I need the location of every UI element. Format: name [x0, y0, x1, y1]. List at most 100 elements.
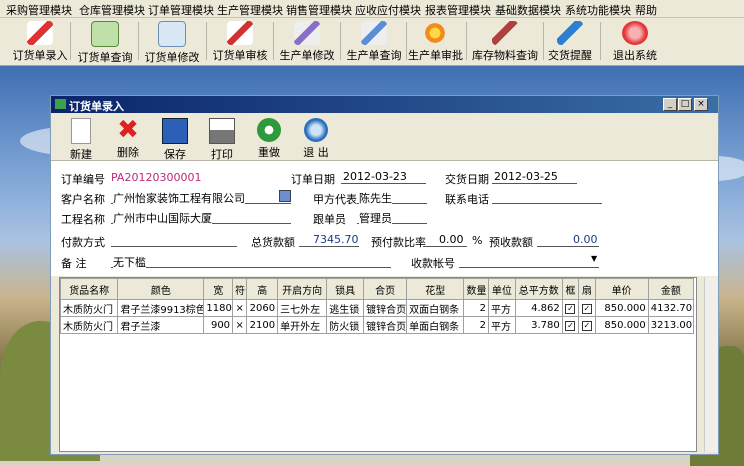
follower-field[interactable]: 管理员 [359, 210, 392, 226]
minimize-button[interactable]: _ [663, 98, 677, 111]
table-cell[interactable]: 单面白钢条 [406, 316, 465, 334]
table-cell[interactable]: ✓ [578, 299, 596, 317]
table-cell[interactable]: 镀锌合页 [363, 299, 408, 317]
tb-order-audit-button[interactable]: 订货单审核 [210, 18, 270, 64]
column-header[interactable]: 货品名称 [59, 278, 119, 300]
table-cell[interactable]: × [232, 316, 248, 334]
prepay-ratio-field[interactable]: 0.00 [439, 233, 464, 246]
delete-button[interactable]: ✖ 删除 [108, 116, 148, 160]
menu-sales[interactable]: 销售管理模块 [286, 2, 352, 18]
customer-field[interactable]: 广州怡家装饰工程有限公司 [113, 190, 245, 206]
checkbox[interactable]: ✓ [581, 320, 592, 331]
table-cell[interactable]: ✓ [561, 316, 580, 334]
exit-button[interactable]: 退 出 [296, 116, 336, 160]
checkbox[interactable]: ✓ [581, 303, 592, 314]
tb-production-approve-button[interactable]: 生产单审批 [408, 18, 463, 64]
maximize-button[interactable]: □ [678, 98, 692, 111]
table-cell[interactable]: 三七外左 [277, 299, 328, 317]
table-cell[interactable]: ✓ [561, 299, 580, 317]
customer-lookup-icon[interactable] [279, 190, 291, 202]
menu-basic-data[interactable]: 基础数据模块 [495, 2, 561, 18]
table-cell[interactable]: 2100 [246, 316, 279, 334]
column-header[interactable]: 花型 [406, 278, 465, 300]
tb-exit-button[interactable]: 退出系统 [610, 18, 660, 64]
column-header[interactable]: 宽 [203, 278, 234, 300]
table-cell[interactable]: 君子兰漆 [117, 316, 205, 334]
table-cell[interactable]: 双面白钢条 [406, 299, 465, 317]
column-header[interactable]: 总平方数 [514, 278, 563, 300]
account-dropdown-icon[interactable]: ▼ [591, 254, 597, 263]
save-button[interactable]: 保存 [155, 116, 195, 162]
menu-reports[interactable]: 报表管理模块 [425, 2, 491, 18]
column-header[interactable]: 开启方向 [277, 278, 328, 300]
menu-production[interactable]: 生产管理模块 [217, 2, 283, 18]
tb-label: 订货单修改 [144, 51, 200, 64]
table-cell[interactable]: × [232, 299, 248, 317]
tb-order-edit-button[interactable]: 订货单修改 [142, 18, 202, 64]
column-header[interactable]: 扇 [578, 278, 596, 300]
table-cell[interactable]: 850.000 [594, 299, 649, 317]
column-header[interactable]: 符号 [232, 278, 248, 300]
tb-order-query-button[interactable]: 订货单查询 [75, 18, 135, 64]
tb-production-edit-button[interactable]: 生产单修改 [277, 18, 337, 64]
tb-inventory-query-button[interactable]: 库存物料查询 [470, 18, 540, 64]
column-header[interactable]: 单位 [488, 278, 516, 300]
total-field[interactable]: 7345.70 [313, 233, 359, 246]
table-cell[interactable]: 防火锁 [326, 316, 365, 334]
menu-purchase[interactable]: 采购管理模块 [6, 2, 72, 18]
redo-button[interactable]: 重做 [249, 116, 289, 160]
column-header[interactable]: 锁具 [326, 278, 365, 300]
table-cell[interactable]: 木质防火门 [59, 316, 119, 334]
tb-delivery-reminder-button[interactable]: 交货提醒 [546, 18, 594, 64]
menu-system[interactable]: 系统功能模块 [565, 2, 631, 18]
order-date-field[interactable]: 2012-03-23 [343, 170, 407, 183]
column-header[interactable]: 金额 [647, 278, 695, 300]
menu-warehouse[interactable]: 仓库管理模块 [79, 2, 145, 18]
tb-production-query-button[interactable]: 生产单查询 [344, 18, 404, 64]
delete-label: 删除 [117, 146, 139, 159]
table-cell[interactable]: 平方 [488, 316, 516, 334]
column-header[interactable]: 高 [246, 278, 279, 300]
note-field[interactable]: 无下槛 [113, 254, 146, 270]
menu-receivables[interactable]: 应收应付模块 [355, 2, 421, 18]
close-button[interactable]: × [694, 98, 708, 111]
table-cell[interactable]: 3213.00 [647, 316, 695, 334]
table-cell[interactable]: 900 [203, 316, 234, 334]
table-cell[interactable]: 2 [463, 299, 490, 317]
checkbox[interactable]: ✓ [565, 303, 576, 314]
party-field[interactable]: 陈先生 [359, 190, 392, 206]
table-cell[interactable]: 2 [463, 316, 490, 334]
project-field[interactable]: 广州市中山国际大厦 [113, 210, 212, 226]
table-cell[interactable]: 3.780 [514, 316, 563, 334]
table-cell[interactable]: 1180 [203, 299, 234, 317]
table-cell[interactable]: 4.862 [514, 299, 563, 317]
table-cell[interactable]: 木质防火门 [59, 299, 119, 317]
prepay-amount-field[interactable]: 0.00 [573, 233, 598, 246]
table-cell[interactable]: 2060 [246, 299, 279, 317]
table-scrollbar[interactable] [704, 277, 718, 452]
table-cell[interactable]: 镀锌合页 [363, 316, 408, 334]
table-row[interactable]: 木质防火门 君子兰漆 900 × 2100 单开外左 防火锁 镀锌合页 单面白钢条 2 平方 3.78… [59, 316, 695, 334]
column-header[interactable]: 单价 [594, 278, 649, 300]
column-header[interactable]: 合页 [363, 278, 408, 300]
table-cell[interactable]: 平方 [488, 299, 516, 317]
tb-order-entry-button[interactable]: 订货单录入 [12, 18, 68, 64]
checkbox[interactable]: ✓ [565, 320, 576, 331]
table-cell[interactable]: 4132.70 [647, 299, 695, 317]
menu-help[interactable]: 帮助 [635, 2, 657, 18]
prepay-ratio-label: 预付款比率 [371, 236, 426, 249]
print-button[interactable]: 打印 [202, 116, 242, 162]
column-header[interactable]: 数量 [463, 278, 490, 300]
column-header[interactable]: 框 [561, 278, 580, 300]
order-no-field[interactable]: PA20120300001 [111, 171, 202, 184]
table-cell[interactable]: ✓ [578, 316, 596, 334]
table-cell[interactable]: 君子兰漆9913棕色 [117, 299, 205, 317]
delivery-date-field[interactable]: 2012-03-25 [494, 170, 558, 183]
table-cell[interactable]: 单开外左 [277, 316, 328, 334]
table-row[interactable]: 木质防火门 君子兰漆9913棕色 1180 × 2060 三七外左 逃生锁 镀锌合页 双面白钢条… [59, 299, 695, 317]
table-cell[interactable]: 850.000 [594, 316, 649, 334]
column-header[interactable]: 颜色 [117, 278, 205, 300]
new-button[interactable]: 新建 [61, 116, 101, 162]
table-cell[interactable]: 逃生锁 [326, 299, 365, 317]
menu-orders[interactable]: 订单管理模块 [148, 2, 214, 18]
